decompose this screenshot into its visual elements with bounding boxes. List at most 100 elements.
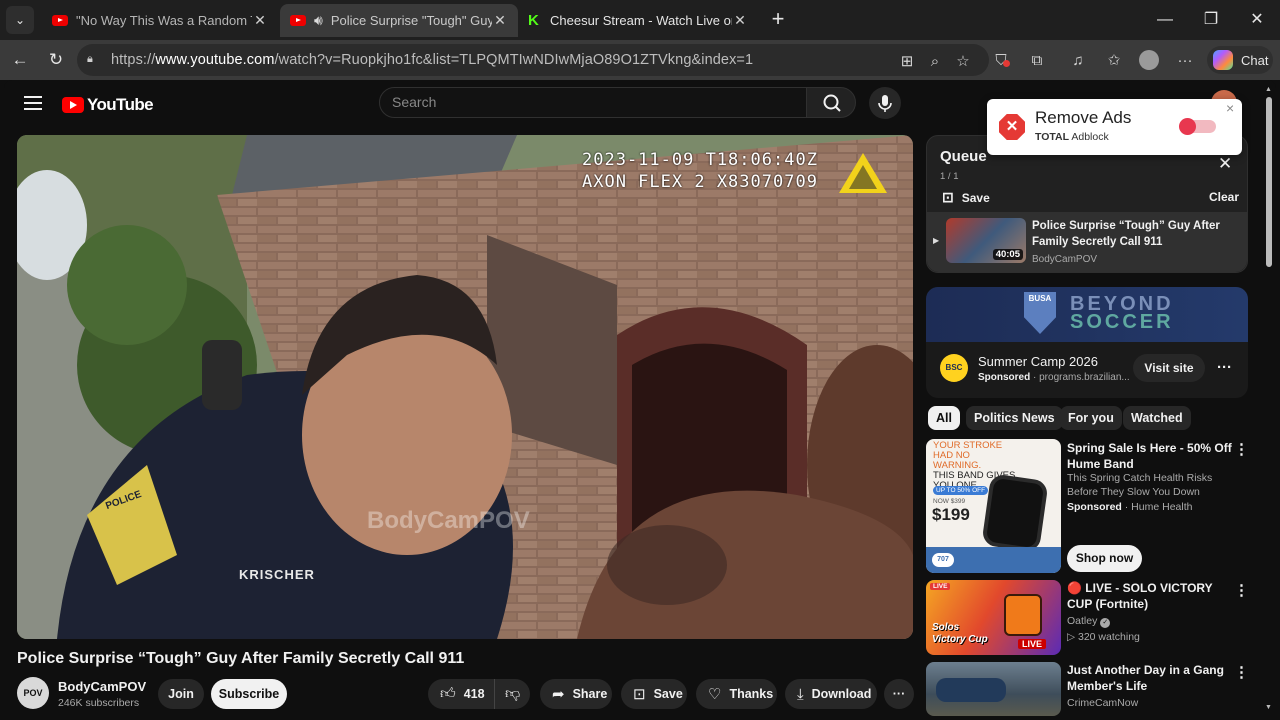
rec-viewers: ▷ 320 watching [1067, 631, 1140, 643]
scroll-down-arrow-icon[interactable]: ▼ [1265, 704, 1272, 711]
save-button[interactable]: ⊡ Save [621, 679, 687, 709]
refresh-button[interactable]: ↻ [44, 48, 68, 72]
thumbs-down-icon: 👎︎ [505, 685, 521, 702]
remove-ads-toggle[interactable] [1179, 118, 1216, 135]
address-bar[interactable]: 🔒︎ https://www.youtube.com/watch?v=Ruopk… [77, 44, 989, 76]
download-button[interactable]: ⤓ Download [785, 679, 877, 709]
search-button[interactable] [806, 87, 856, 118]
profile-avatar-icon[interactable] [1139, 50, 1159, 70]
copilot-chat-button[interactable]: Chat [1207, 46, 1273, 74]
bookmark-add-icon: ⊡ [633, 686, 646, 703]
axon-logo-icon [839, 153, 887, 193]
back-button[interactable]: ← [8, 48, 32, 72]
hume-ad-thumbnail[interactable]: YOUR STROKE HAD NO WARNING. THIS BAND GI… [926, 439, 1061, 573]
queue-close-icon[interactable]: ✕ [1218, 154, 1232, 174]
video-player[interactable]: 2023-11-09 T18:06:40Z AXON FLEX 2 X83070… [17, 135, 913, 639]
media-control-icon[interactable]: ♫ [1067, 50, 1089, 72]
sponsored-label: Sponsored [978, 372, 1031, 383]
new-tab-button[interactable]: + [766, 8, 790, 32]
save-label: Save [653, 687, 683, 701]
tab-traffic-video[interactable]: "No Way This Was a Random Traffic ✕ [42, 4, 278, 37]
queue-item[interactable]: ▶ 40:05 Police Surprise “Tough” Guy Afte… [927, 212, 1247, 272]
tab-close-icon[interactable]: ✕ [732, 12, 748, 29]
adblock-brand: TOTAL Adblock [1035, 131, 1109, 143]
speaker-icon[interactable]: 🔊︎ [314, 12, 323, 29]
car-image [936, 678, 1006, 702]
dislike-button[interactable]: 👎︎ [494, 679, 530, 709]
download-icon: ⤓ [797, 685, 804, 703]
adblock-close-button[interactable]: × [1226, 100, 1234, 116]
queue-count: 1 / 1 [940, 171, 959, 182]
scroll-up-arrow-icon[interactable]: ▲ [1265, 86, 1272, 93]
extensions-icon[interactable]: ⧉ [1026, 50, 1048, 72]
product-name: Adblock [1071, 131, 1109, 143]
maximize-button[interactable]: ❐ [1199, 8, 1223, 32]
ad-meta: Sponsored · programs.brazilian... [978, 372, 1130, 383]
youtube-favicon-icon [52, 15, 68, 26]
search-input[interactable]: Search [379, 87, 807, 118]
minimize-button[interactable]: — [1153, 8, 1177, 32]
channel-name[interactable]: BodyCamPOV [58, 679, 146, 694]
like-button[interactable]: 👍︎ 418 [428, 679, 494, 709]
gang-video-thumbnail[interactable] [926, 662, 1061, 716]
zoom-icon[interactable]: ⌕ [925, 52, 945, 72]
share-button[interactable]: ➦ Share [540, 679, 612, 709]
visit-site-button[interactable]: Visit site [1133, 354, 1205, 382]
more-actions-button[interactable]: ··· [884, 679, 914, 709]
favorite-star-icon[interactable]: ☆ [953, 52, 973, 72]
more-horizontal-icon: ··· [892, 687, 906, 701]
subscribe-button[interactable]: Subscribe [211, 679, 287, 709]
original-price: NOW $399 [933, 498, 966, 505]
tab-close-icon[interactable]: ✕ [252, 12, 268, 29]
rec-title[interactable]: Spring Sale Is Here - 50% Off Hume Band [1067, 440, 1237, 472]
fortnite-thumbnail[interactable]: LIVE Solos Victory Cup LIVE [926, 580, 1061, 655]
tab-actions-menu-button[interactable]: ⌄ [6, 6, 34, 34]
tab-police-video[interactable]: 🔊︎ Police Surprise "Tough" Guy After ✕ [280, 4, 518, 37]
queue-save-label: Save [961, 190, 990, 205]
url-text[interactable]: https://www.youtube.com/watch?v=Ruopkjho… [111, 52, 753, 68]
channel-avatar[interactable]: POV [17, 677, 49, 709]
thanks-button[interactable]: ♡ Thanks [696, 679, 777, 709]
rec-channel[interactable]: Oatley [1067, 615, 1097, 627]
tab-title: Cheesur Stream - Watch Live on Kick [550, 13, 732, 28]
bodycam-timestamp: 2023-11-09 T18:06:40Z AXON FLEX 2 X83070… [582, 149, 818, 193]
rec-title[interactable]: Just Another Day in a Gang Member's Life [1067, 662, 1237, 694]
youtube-favicon-icon [290, 15, 306, 26]
queue-clear-button[interactable]: Clear [1209, 190, 1239, 204]
voice-search-button[interactable] [869, 87, 901, 119]
queue-save-button[interactable]: ⊡ Save [942, 189, 990, 206]
page-scrollbar-thumb[interactable] [1266, 97, 1272, 267]
favorites-icon[interactable]: ✩ [1103, 50, 1125, 72]
chip-politics-news[interactable]: Politics News [966, 406, 1063, 430]
ad-more-icon[interactable]: ··· [1217, 359, 1232, 376]
rec-title[interactable]: 🔴 LIVE - SOLO VICTORY CUP (Fortnite) [1067, 580, 1237, 612]
url-scheme: https:// [111, 52, 156, 68]
rec-channel-line: Oatley ✓ [1067, 614, 1237, 628]
rec-channel[interactable]: CrimeCamNow [1067, 696, 1237, 710]
thumb-text: Solos Victory Cup [932, 622, 988, 645]
chip-all[interactable]: All [928, 406, 960, 430]
more-options-icon[interactable]: ··· [1174, 50, 1196, 72]
microphone-icon [878, 95, 892, 112]
advertiser-logo: BSC [940, 354, 968, 382]
rec-more-icon[interactable]: ⋮ [1234, 440, 1249, 458]
rec-more-icon[interactable]: ⋮ [1234, 581, 1249, 599]
shop-now-button[interactable]: Shop now [1067, 545, 1142, 572]
join-button[interactable]: Join [158, 679, 204, 709]
app-available-icon[interactable]: ⊞ [897, 52, 917, 72]
tab-kick-stream[interactable]: K Cheesur Stream - Watch Live on Kick ✕ [518, 4, 758, 37]
tab-close-icon[interactable]: ✕ [492, 12, 508, 29]
chip-for-you[interactable]: For you [1060, 406, 1122, 430]
sponsored-label: Sponsored [1067, 501, 1122, 513]
chip-watched[interactable]: Watched [1123, 406, 1191, 430]
queue-item-thumbnail: 40:05 [946, 218, 1026, 263]
hamburger-menu-icon[interactable] [24, 93, 42, 111]
rec-more-icon[interactable]: ⋮ [1234, 663, 1249, 681]
site-info-icon[interactable]: 🔒︎ [87, 53, 101, 67]
subscriber-count: 246K subscribers [58, 697, 140, 709]
now-playing-icon: ▶ [933, 236, 940, 245]
close-window-button[interactable]: ✕ [1245, 8, 1269, 32]
youtube-logo[interactable]: YouTube [62, 95, 154, 115]
sponsored-ad-card[interactable]: BUSA BEYOND SOCCER BSC Summer Camp 2026 … [926, 287, 1248, 398]
name-tag: KRISCHER [239, 567, 315, 582]
